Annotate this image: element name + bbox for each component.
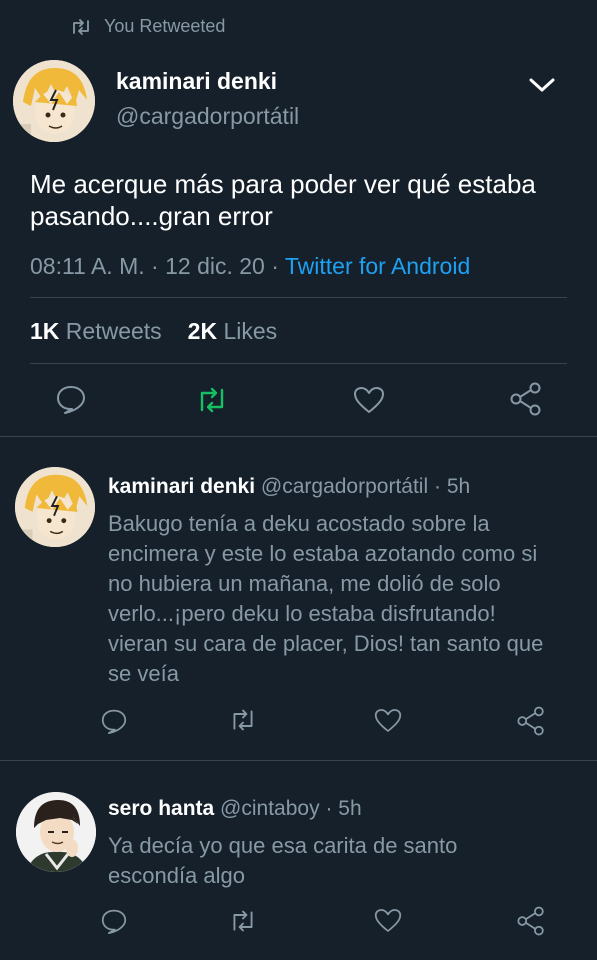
retweet-label: Retweets: [65, 318, 162, 344]
like-button[interactable]: [353, 386, 385, 414]
divider: [30, 297, 567, 298]
share-button[interactable]: [517, 906, 545, 936]
like-label: Likes: [223, 318, 278, 344]
meta-separator: ·: [433, 475, 447, 498]
reply-text: Bakugo tenía a deku acostado sobre la en…: [108, 511, 544, 686]
reply-icon: [57, 386, 85, 414]
author-name[interactable]: kaminari denki: [108, 475, 255, 498]
retweet-icon: [233, 709, 253, 731]
reply-header: kaminari denki @cargadorportátil · 5h: [108, 475, 470, 499]
reply-text: Ya decía yo que esa carita de santo esco…: [108, 833, 458, 888]
tweet-age: 5h: [446, 475, 471, 498]
tweet-time: 08:11 A. M.: [30, 253, 145, 279]
tweet-meta: 08:11 A. M. · 12 dic. 20 · Twitter for A…: [30, 253, 470, 280]
retweet-icon: [233, 910, 253, 932]
reply-icon: [101, 709, 127, 734]
retweet-count: 1K: [30, 318, 60, 344]
avatar[interactable]: [16, 792, 96, 872]
chevron-down-icon: [529, 78, 555, 92]
author-handle[interactable]: @cintaboy: [220, 797, 320, 820]
tweet-menu-button[interactable]: [528, 74, 556, 96]
retweet-button[interactable]: [196, 386, 228, 414]
avatar[interactable]: [13, 60, 95, 142]
retweet-banner: You Retweeted: [70, 16, 225, 37]
reply-header: sero hanta @cintaboy · 5h: [108, 797, 362, 821]
retweet-icon: [200, 387, 224, 413]
like-icon: [374, 709, 402, 732]
reply-button[interactable]: [100, 708, 128, 734]
share-icon: [510, 382, 541, 416]
like-button[interactable]: [374, 908, 402, 933]
tweet-date: 12 dic. 20: [165, 253, 265, 279]
reply-icon: [101, 909, 127, 934]
meta-separator: ·: [325, 797, 339, 820]
retweet-banner-label: You Retweeted: [104, 16, 226, 36]
like-count: 2K: [187, 318, 218, 344]
like-icon: [354, 387, 384, 413]
reply-button[interactable]: [55, 384, 87, 414]
avatar-image: [15, 467, 95, 547]
like-button[interactable]: [374, 708, 402, 733]
avatar-image: [16, 792, 96, 872]
avatar-image: [13, 60, 95, 142]
divider: [30, 363, 567, 364]
avatar[interactable]: [15, 467, 95, 547]
author-name[interactable]: sero hanta: [108, 797, 214, 820]
retweet-icon: [73, 18, 89, 35]
retweet-button[interactable]: [229, 708, 257, 732]
like-icon: [374, 909, 402, 932]
divider: [0, 760, 597, 761]
reply-button[interactable]: [100, 908, 128, 934]
meta-separator: ·: [271, 253, 285, 279]
meta-separator: ·: [151, 253, 166, 279]
divider: [0, 436, 597, 437]
share-button[interactable]: [510, 382, 542, 416]
share-icon: [517, 906, 544, 936]
author-handle[interactable]: @cargadorportátil: [261, 475, 428, 498]
author-name[interactable]: kaminari denki: [116, 68, 277, 95]
tweet-age: 5h: [338, 797, 362, 820]
tweet-source-link[interactable]: Twitter for Android: [285, 253, 470, 279]
likes-stat[interactable]: 2K Likes: [188, 318, 278, 344]
tweet-text: Me acerque más para poder ver qué estaba…: [30, 169, 536, 231]
retweets-stat[interactable]: 1K Retweets: [30, 318, 162, 344]
share-icon: [517, 706, 544, 736]
share-button[interactable]: [517, 706, 545, 736]
author-handle[interactable]: @cargadorportátil: [116, 103, 299, 130]
retweet-button[interactable]: [229, 909, 257, 933]
tweet-stats: 1K Retweets 2K Likes: [30, 318, 277, 345]
